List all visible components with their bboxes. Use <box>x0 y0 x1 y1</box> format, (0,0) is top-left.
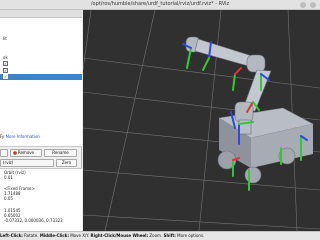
title-bar: /opt/ros/humble/share/urdf_tutorial/rviz… <box>0 0 320 10</box>
status-middle-click: Middle-Click: <box>39 233 69 238</box>
zero-label: Zero <box>61 160 72 165</box>
window-title: /opt/ros/humble/share/urdf_tutorial/rviz… <box>90 1 230 7</box>
property-row[interactable] <box>0 202 82 207</box>
display-row-label: ok <box>3 55 8 60</box>
status-right-click: Right-Click/Mouse Wheel: <box>90 233 149 238</box>
robot-scene <box>83 10 320 231</box>
displays-header <box>0 10 82 18</box>
rename-display-label: Rename <box>52 150 69 155</box>
close-icon[interactable] <box>310 2 316 8</box>
property-row[interactable]: 0.01 <box>0 175 82 180</box>
remove-display-label: Remove <box>17 150 35 155</box>
status-middle-action: Move X/Y. <box>68 233 91 238</box>
display-row-selected[interactable]: ✓ <box>0 74 82 80</box>
left-panel: lit ok ✓ ✓ ✓ Fy More Information Remove … <box>0 10 82 240</box>
displays-panel: lit ok ✓ ✓ ✓ Fy More Information <box>0 10 82 147</box>
status-left-click: Left-Click: <box>0 233 23 238</box>
property-row[interactable]: 0.05 <box>0 196 82 201</box>
zero-button[interactable]: Zero <box>56 159 77 167</box>
minimize-icon[interactable] <box>300 2 306 8</box>
status-right-action: Zoom. <box>148 233 164 238</box>
status-bar: Left-Click: Rotate. Middle-Click: Move X… <box>0 231 320 240</box>
display-row-label: lit <box>3 36 7 41</box>
displays-prev-button[interactable] <box>0 149 8 157</box>
3d-viewport[interactable] <box>83 10 320 231</box>
view-properties: Orbit (rviz) 0.01 <Fixed Frame> 1.71488 … <box>0 168 82 231</box>
display-checkbox[interactable]: ✓ <box>3 61 8 66</box>
display-checkbox[interactable]: ✓ <box>3 74 8 79</box>
rename-display-button[interactable]: Rename <box>44 149 77 157</box>
status-left-action: Rotate. <box>22 233 40 238</box>
more-information-link[interactable]: More Information <box>6 134 40 139</box>
view-type-select[interactable]: (rviz) <box>0 159 54 167</box>
remove-display-button[interactable]: Remove <box>10 149 42 157</box>
status-shift-action: More options. <box>175 233 205 238</box>
status-shift: Shift: <box>163 233 176 238</box>
display-row[interactable]: ✓ <box>0 61 82 67</box>
display-row[interactable]: lit <box>0 36 82 42</box>
remove-icon <box>13 151 17 155</box>
view-type-value: (rviz) <box>3 160 14 165</box>
display-checkbox[interactable]: ✓ <box>3 68 8 73</box>
help-prefix: Fy <box>0 134 5 139</box>
property-row[interactable]: -0.07332, 0.000036, 0.73323 <box>0 218 82 223</box>
help-text: Fy More Information <box>0 134 40 139</box>
displays-button-row: Remove Rename <box>0 149 82 157</box>
views-type-row: (rviz) Zero <box>0 159 82 167</box>
